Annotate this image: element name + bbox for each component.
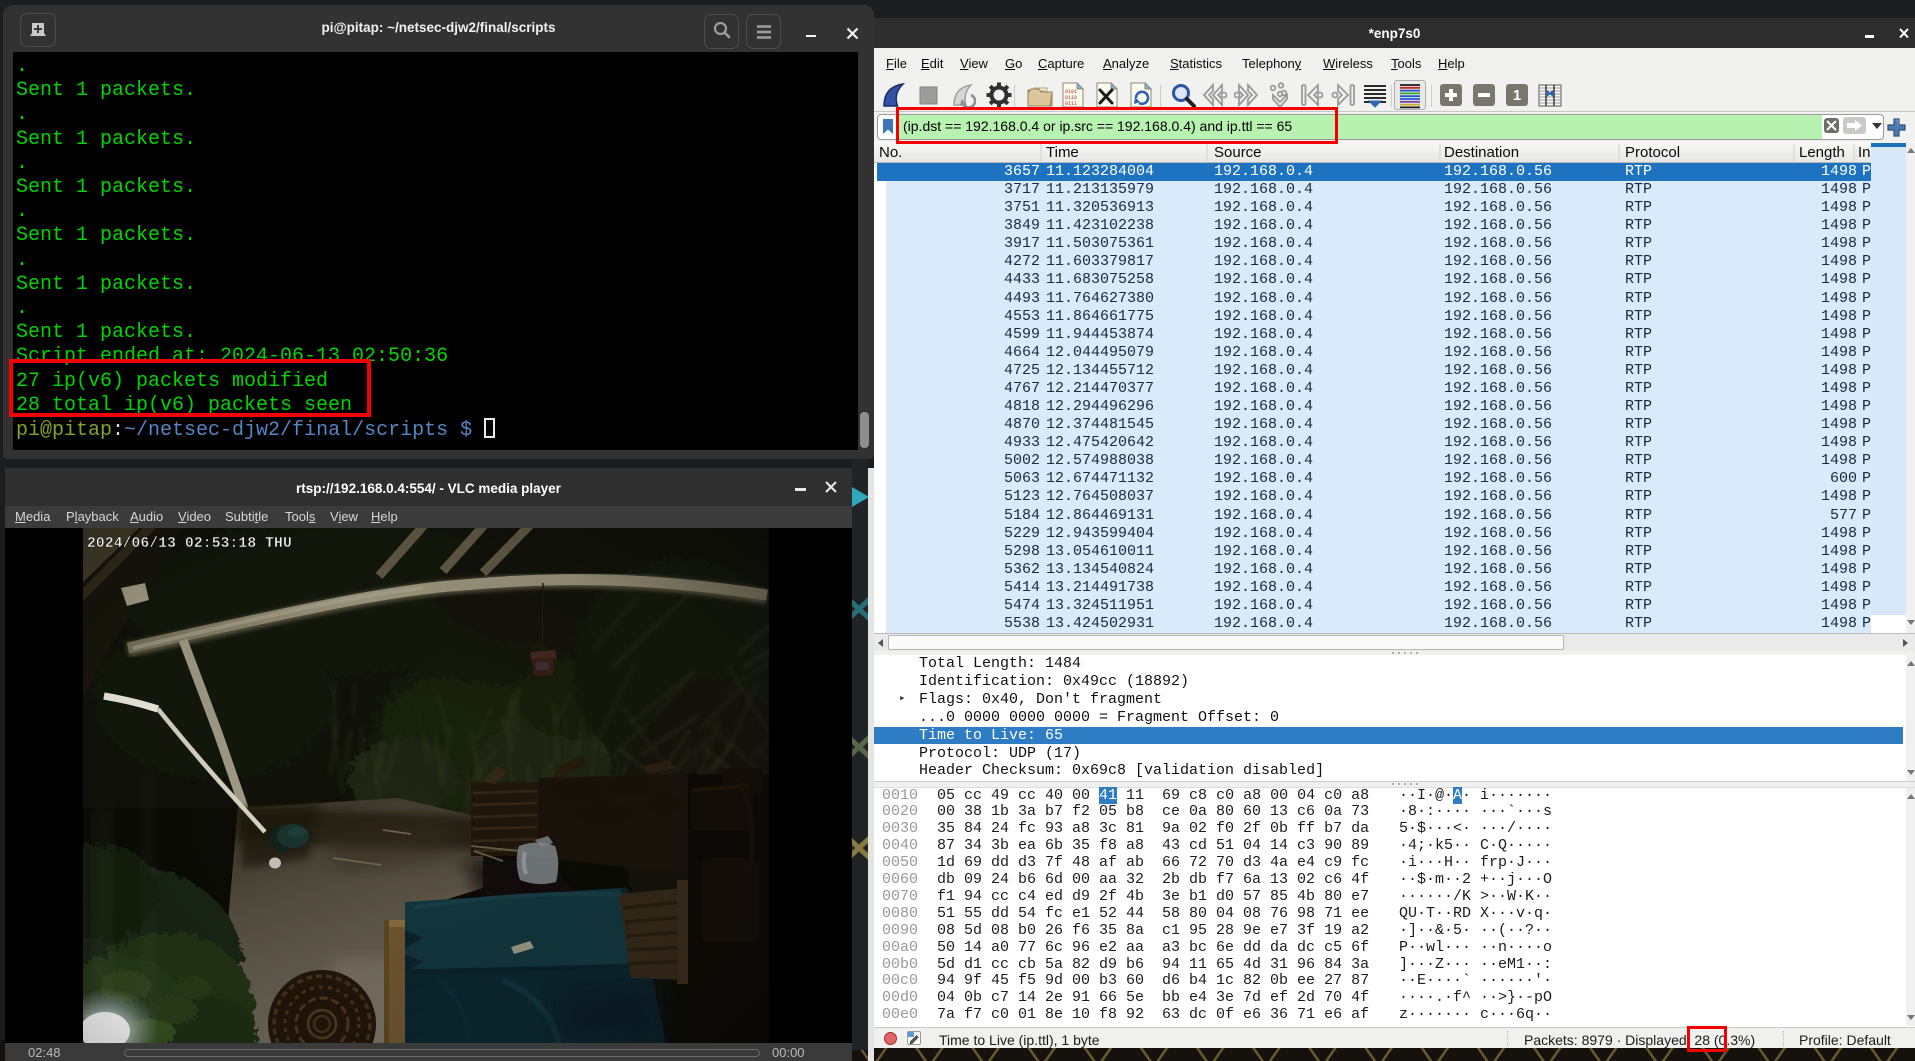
svg-text:2024/06/13 02:53:18 THU: 2024/06/13 02:53:18 THU <box>87 536 292 552</box>
svg-text:1: 1 <box>1513 87 1521 104</box>
